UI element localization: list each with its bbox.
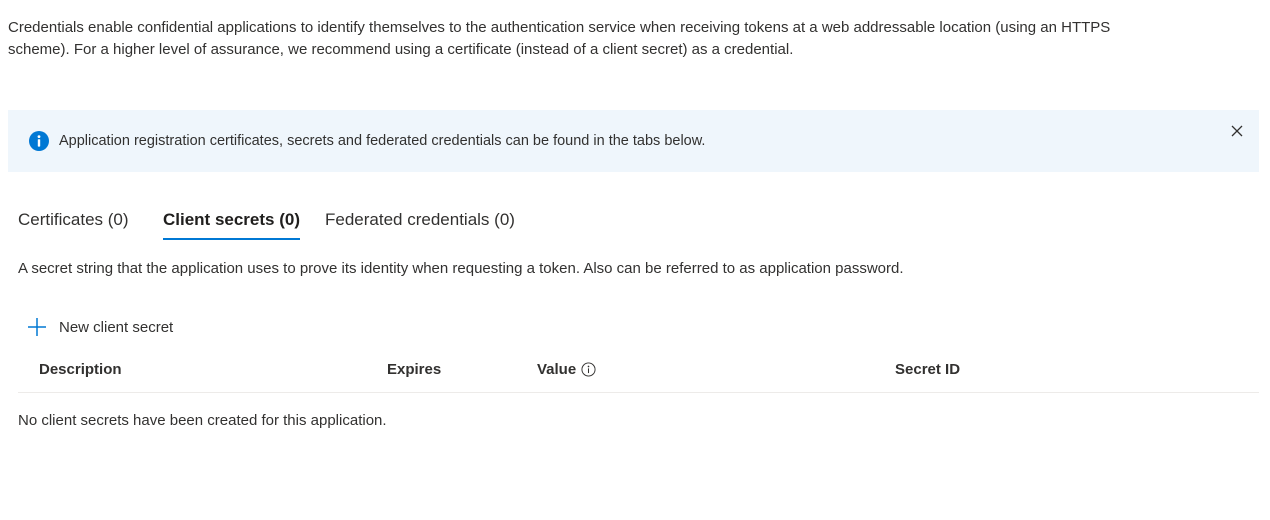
info-message-text: Application registration certificates, s… bbox=[59, 133, 706, 149]
intro-line-1: Credentials enable confidential applicat… bbox=[8, 19, 1111, 36]
new-client-secret-button[interactable]: New client secret bbox=[27, 315, 173, 339]
column-value-label: Value bbox=[537, 361, 577, 378]
tab-federated-credentials[interactable]: Federated credentials (0) bbox=[325, 206, 515, 240]
column-expires-label: Expires bbox=[387, 361, 442, 378]
column-header-value: Value bbox=[537, 361, 596, 378]
column-description-label: Description bbox=[39, 361, 122, 378]
credentials-intro: Credentials enable confidential applicat… bbox=[8, 17, 1228, 61]
secrets-table-header: Description Expires Value Secret ID bbox=[18, 357, 1259, 393]
intro-line-2: scheme). For a higher level of assurance… bbox=[8, 41, 794, 58]
tab-federated-credentials-label: Federated credentials (0) bbox=[325, 210, 515, 229]
empty-table-message: No client secrets have been created for … bbox=[18, 412, 387, 429]
tab-certificates-label: Certificates (0) bbox=[18, 210, 129, 229]
info-circle-icon[interactable] bbox=[581, 362, 596, 377]
info-icon bbox=[29, 131, 49, 151]
column-header-secret-id: Secret ID bbox=[895, 361, 960, 378]
tab-client-secrets-label: Client secrets (0) bbox=[163, 210, 300, 229]
plus-icon bbox=[28, 318, 46, 336]
tab-certificates[interactable]: Certificates (0) bbox=[18, 206, 129, 240]
tab-client-secrets[interactable]: Client secrets (0) bbox=[163, 206, 300, 240]
active-tab-indicator bbox=[163, 238, 300, 240]
info-message-bar: Application registration certificates, s… bbox=[8, 110, 1259, 172]
tab-description: A secret string that the application use… bbox=[18, 260, 904, 277]
close-icon[interactable] bbox=[1229, 123, 1245, 139]
column-secret-id-label: Secret ID bbox=[895, 361, 961, 378]
column-header-expires: Expires bbox=[387, 361, 441, 378]
column-header-description: Description bbox=[39, 361, 122, 378]
new-client-secret-label: New client secret bbox=[59, 318, 174, 336]
